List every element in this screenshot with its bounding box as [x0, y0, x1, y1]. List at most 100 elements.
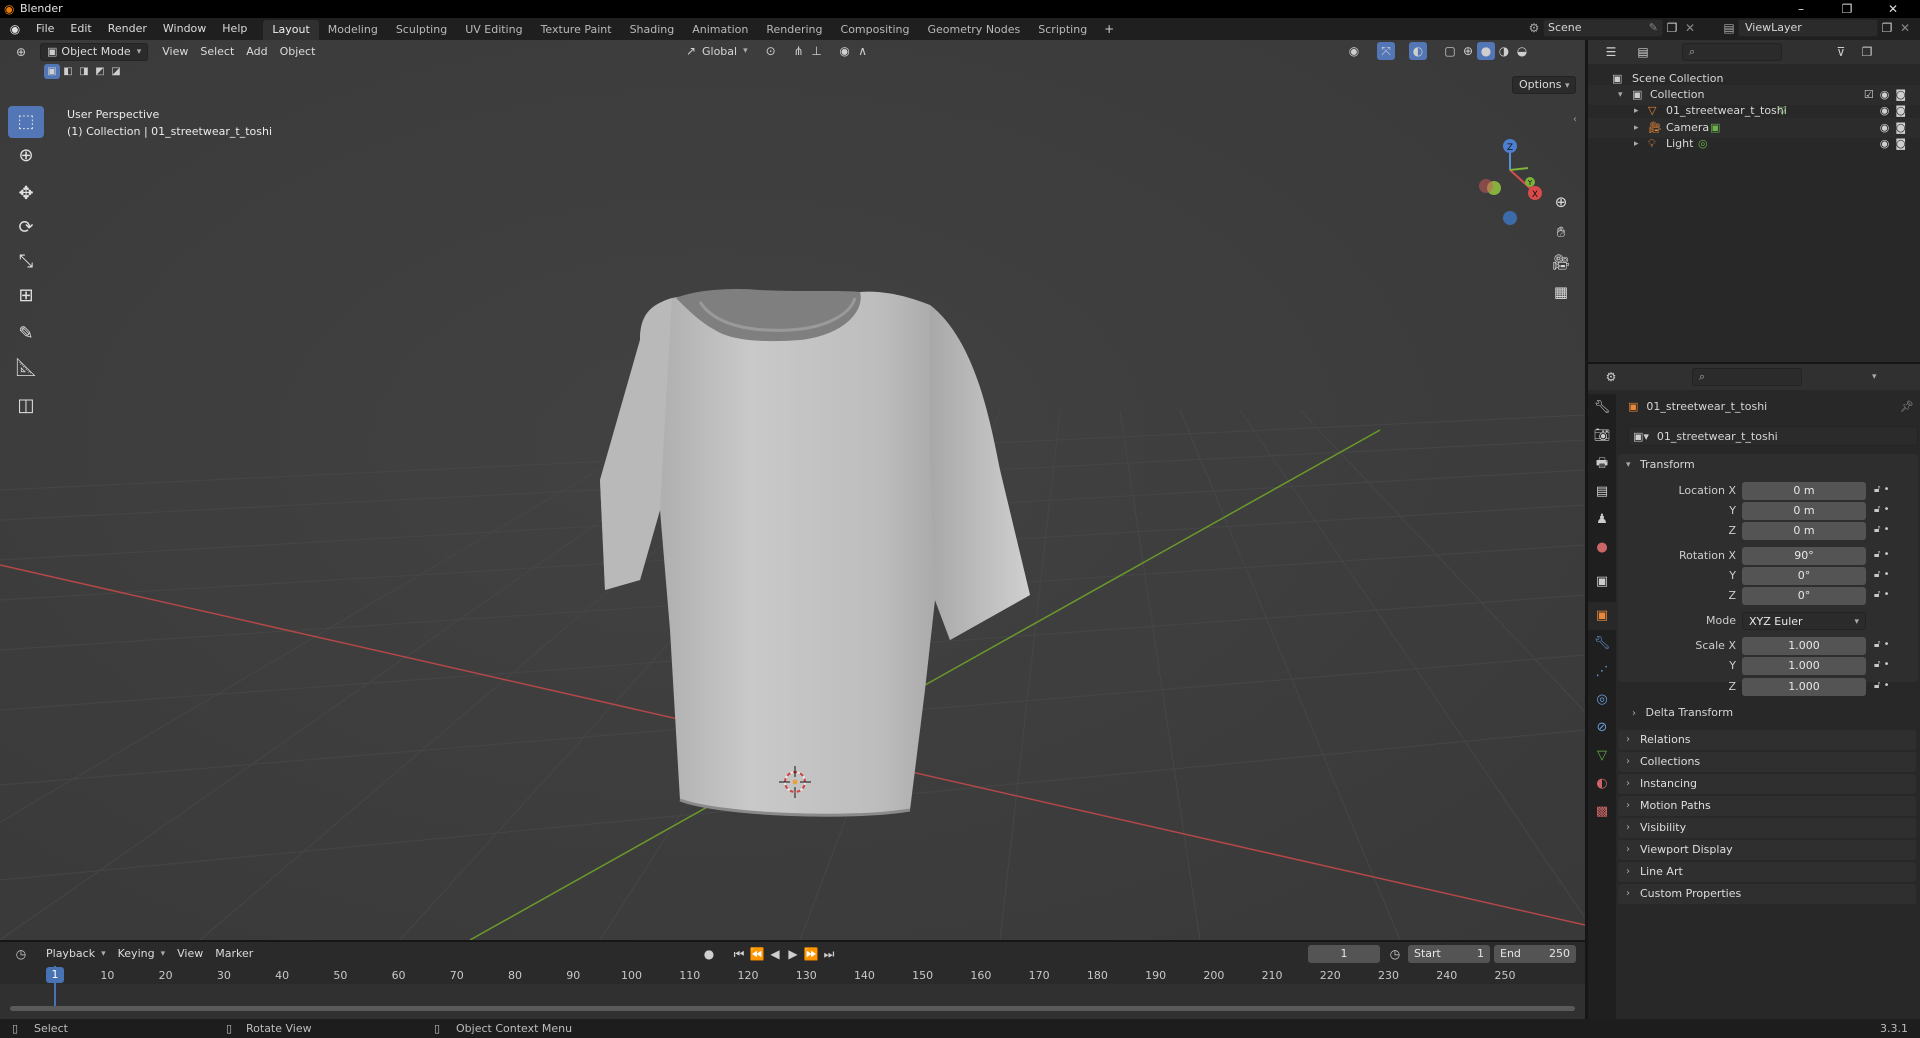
panel-motion-paths[interactable]: › Motion Paths — [1618, 796, 1916, 816]
play-reverse-icon[interactable]: ◀ — [766, 945, 784, 963]
expand-chevron-icon[interactable]: ▾ — [1626, 460, 1631, 470]
properties-editor-icon[interactable]: ⚙ — [1602, 368, 1620, 386]
texture-tab-icon[interactable]: ▩ — [1588, 798, 1616, 826]
options-button[interactable]: Options ▾ — [1512, 76, 1577, 94]
select-box-tool[interactable]: ⬚ — [8, 106, 44, 138]
view-layer-tab-icon[interactable]: ▤ — [1588, 478, 1616, 506]
location-x-field[interactable]: 0 m — [1742, 482, 1866, 500]
tab-sculpting[interactable]: Sculpting — [387, 20, 456, 40]
visibility-icons[interactable]: ◉◙ — [1880, 134, 1912, 154]
object-datablock-field[interactable]: ▣▾ 01_streetwear_t_toshi — [1628, 426, 1918, 446]
tab-scripting[interactable]: Scripting — [1029, 20, 1096, 40]
panel-custom-properties[interactable]: › Custom Properties — [1618, 884, 1916, 904]
menu-render[interactable]: Render — [100, 18, 155, 40]
gizmo-icon[interactable]: ⤧ — [1377, 42, 1395, 60]
add-workspace-icon[interactable]: + — [1100, 20, 1118, 38]
material-tab-icon[interactable]: ◐ — [1588, 770, 1616, 798]
measure-tool[interactable]: 📐︎ — [8, 352, 44, 384]
timeline-menu-view[interactable]: View — [171, 944, 209, 964]
scene-field[interactable]: Scene ✎ — [1543, 19, 1663, 37]
play-icon[interactable]: ▶ — [784, 945, 802, 963]
viewport-menu-view[interactable]: View — [156, 42, 194, 62]
constraints-tab-icon[interactable]: ⊘ — [1588, 714, 1616, 742]
tab-shading[interactable]: Shading — [621, 20, 684, 40]
transform-tool[interactable]: ⊞ — [8, 280, 44, 312]
3d-viewport[interactable]: Z X Y ⊕ ▣ Object Mode ▾ View Select Add Obj… — [0, 40, 1585, 940]
expand-chevron-icon[interactable]: ▸ — [1634, 134, 1639, 154]
clock-icon[interactable]: ◷ — [1386, 945, 1404, 963]
annotate-tool[interactable]: ✎ — [8, 318, 44, 350]
new-viewlayer-icon[interactable]: ❐ — [1878, 19, 1896, 37]
tab-animation[interactable]: Animation — [683, 20, 757, 40]
delete-scene-icon[interactable]: ✕ — [1681, 19, 1699, 37]
frame-ruler[interactable]: 10 20 30 40 50 60 70 80 90 100 110 120 130 140 150 160 1… — [0, 966, 1585, 984]
xray-icon[interactable]: ▢ — [1441, 42, 1459, 60]
lock-icon[interactable]: 🔓︎ • — [1874, 484, 1890, 495]
collection-tab-icon[interactable]: ▣ — [1588, 568, 1616, 596]
lock-icon[interactable]: 🔓︎ • — [1874, 639, 1890, 650]
lock-icon[interactable]: 🔓︎ • — [1874, 680, 1890, 691]
scene-tab-icon[interactable]: ♟ — [1588, 506, 1616, 534]
viewport-menu-object[interactable]: Object — [274, 42, 322, 62]
restore-button[interactable]: ❐ — [1824, 0, 1870, 18]
menu-window[interactable]: Window — [155, 18, 214, 40]
tab-geometry-nodes[interactable]: Geometry Nodes — [918, 20, 1029, 40]
solid-shading-icon[interactable]: ● — [1477, 42, 1495, 60]
select-subtract-icon[interactable]: ◨ — [76, 64, 92, 79]
lock-icon[interactable]: 🔓︎ • — [1874, 659, 1890, 670]
material-shading-icon[interactable]: ◑ — [1495, 42, 1513, 60]
overlay-icon[interactable]: ◐ — [1409, 42, 1427, 60]
render-tab-icon[interactable]: 📷︎ — [1588, 422, 1616, 450]
end-frame-field[interactable]: End 250 — [1494, 945, 1576, 963]
new-scene-icon[interactable]: ❐ — [1663, 19, 1681, 37]
menu-help[interactable]: Help — [214, 18, 255, 40]
display-mode-icon[interactable]: ▤ — [1634, 43, 1652, 61]
tool-tab-icon[interactable]: 🔧︎ — [1588, 394, 1616, 422]
physics-tab-icon[interactable]: ◎ — [1588, 686, 1616, 714]
proportional-edit-icon[interactable]: ◉ — [836, 42, 854, 60]
outliner-item[interactable]: ▸ 💡︎ Light ◎ ◉◙ — [1588, 134, 1920, 154]
rotation-mode-dropdown[interactable]: XYZ Euler ▾ — [1742, 612, 1866, 630]
minimize-button[interactable]: – — [1778, 0, 1824, 18]
menu-file[interactable]: File — [28, 18, 62, 40]
chevron-down-icon[interactable]: ▾ — [1872, 372, 1877, 382]
cursor-tool[interactable]: ⊕ — [8, 140, 44, 172]
new-collection-icon[interactable]: ❐ — [1858, 43, 1876, 61]
rotation-y-field[interactable]: 0° — [1742, 567, 1866, 585]
snap-icon[interactable]: ⋔ — [790, 42, 808, 60]
lock-icon[interactable]: 🔓︎ • — [1874, 549, 1890, 560]
scale-y-field[interactable]: 1.000 — [1742, 657, 1866, 675]
rotate-tool[interactable]: ⟳ — [8, 212, 44, 244]
rotation-z-field[interactable]: 0° — [1742, 587, 1866, 605]
visibility-icon[interactable]: ◉ — [1345, 42, 1363, 60]
tab-uv-editing[interactable]: UV Editing — [456, 20, 531, 40]
tab-modeling[interactable]: Modeling — [319, 20, 387, 40]
rendered-shading-icon[interactable]: ◒ — [1513, 42, 1531, 60]
close-window-button[interactable]: ✕ — [1870, 0, 1916, 18]
playhead-frame-badge[interactable]: 1 — [46, 967, 64, 983]
mode-dropdown[interactable]: ▣ Object Mode ▾ — [40, 43, 149, 61]
tab-compositing[interactable]: Compositing — [832, 20, 919, 40]
viewlayer-field[interactable]: ViewLayer — [1738, 19, 1878, 37]
timeline-editor-icon[interactable]: ◷ — [12, 945, 30, 963]
viewport-menu-add[interactable]: Add — [240, 42, 273, 62]
object-tab-icon[interactable]: ▣ — [1588, 602, 1616, 630]
ortho-grid-icon[interactable]: ▦ — [1547, 278, 1575, 306]
data-tab-icon[interactable]: ▽ — [1588, 742, 1616, 770]
lock-icon[interactable]: 🔓︎ • — [1874, 504, 1890, 515]
pivot-icon[interactable]: ⊙ — [762, 42, 780, 60]
timeline-menu-marker[interactable]: Marker — [209, 944, 259, 964]
pin-icon[interactable]: ✎ — [1649, 20, 1658, 36]
scale-x-field[interactable]: 1.000 — [1742, 637, 1866, 655]
light-data-icon[interactable]: ◎ — [1698, 134, 1708, 154]
lock-icon[interactable]: 🔓︎ • — [1874, 589, 1890, 600]
move-tool[interactable]: ✥ — [8, 178, 44, 210]
particles-tab-icon[interactable]: ⋰ — [1588, 658, 1616, 686]
jump-end-icon[interactable]: ⏭ — [820, 945, 838, 963]
select-intersect-icon[interactable]: ◪ — [108, 64, 124, 79]
filter-icon[interactable]: ⊽ — [1832, 43, 1850, 61]
snap-target-icon[interactable]: ⊥ — [808, 42, 826, 60]
tab-texture-paint[interactable]: Texture Paint — [532, 20, 621, 40]
delete-viewlayer-icon[interactable]: ✕ — [1896, 19, 1914, 37]
outliner-search-input[interactable]: ⌕ — [1682, 43, 1782, 61]
